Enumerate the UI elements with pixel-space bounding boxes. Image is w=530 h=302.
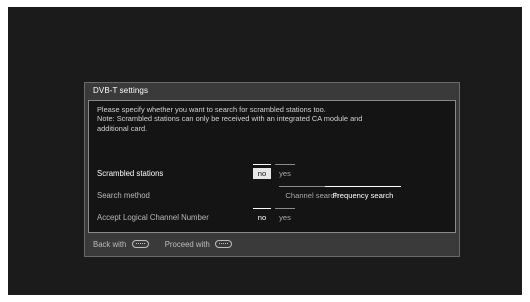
accept-lcn-option-no[interactable]: no (253, 208, 271, 223)
scrambled-stations-option-no[interactable]: no (253, 164, 271, 179)
accept-lcn-label: Accept Logical Channel Number (97, 213, 209, 222)
back-key-icon (131, 239, 149, 248)
scrambled-stations-label: Scrambled stations (97, 169, 164, 178)
description-line: Please specify whether you want to searc… (97, 105, 326, 114)
description-line: Note: Scrambled stations can only be rec… (97, 114, 363, 124)
dialog-content: Please specify whether you want to searc… (88, 100, 456, 233)
back-hint-label: Back with (93, 240, 127, 249)
scrambled-stations-option-yes[interactable]: yes (275, 164, 295, 179)
tv-screen: DVB-T settings Please specify whether yo… (8, 7, 522, 295)
search-method-label: Search method (97, 191, 150, 200)
proceed-hint-label: Proceed with (164, 240, 210, 249)
back-hint[interactable]: Back with (93, 239, 149, 249)
dialog-title: DVB-T settings (93, 86, 149, 95)
search-method-option-frequency[interactable]: Frequency search (325, 186, 401, 201)
dialog-titlebar: DVB-T settings (85, 83, 459, 100)
dvbt-settings-dialog: DVB-T settings Please specify whether yo… (84, 82, 460, 257)
accept-lcn-option-yes[interactable]: yes (275, 208, 295, 223)
description-line: additional card. (97, 123, 148, 133)
ok-key-icon (214, 239, 232, 248)
proceed-hint[interactable]: Proceed with (164, 239, 232, 249)
dialog-footer: Back with Proceed with (93, 239, 246, 249)
dialog-description: Please specify whether you want to searc… (97, 105, 447, 133)
